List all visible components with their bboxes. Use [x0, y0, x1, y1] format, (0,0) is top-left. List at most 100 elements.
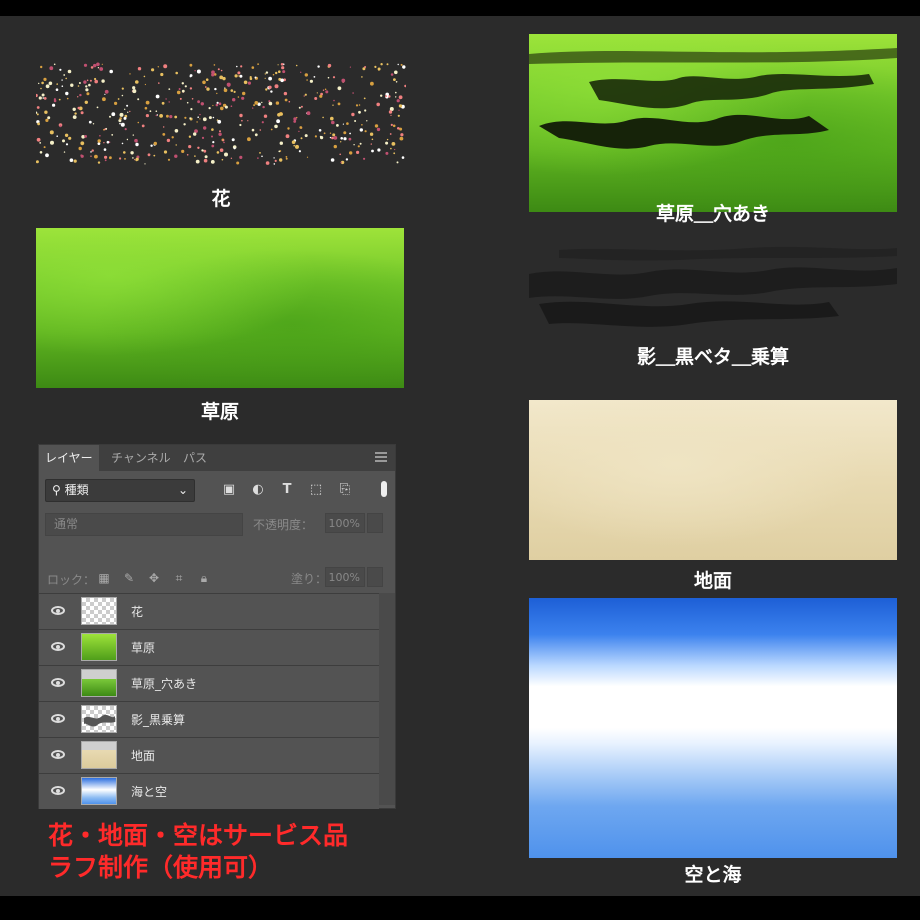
- flower-speck: [397, 127, 400, 130]
- flower-speck: [135, 142, 139, 147]
- blend-mode-select[interactable]: 通常: [45, 513, 243, 536]
- fill-input[interactable]: 100%: [325, 567, 365, 587]
- flower-speck: [340, 137, 344, 140]
- flower-speck: [153, 154, 156, 157]
- opacity-dropdown[interactable]: [367, 513, 383, 533]
- tab-channels[interactable]: チャンネル: [105, 445, 177, 471]
- filter-toggle[interactable]: [381, 481, 387, 497]
- lock-position-icon[interactable]: ✥: [147, 571, 161, 585]
- flower-speck: [395, 91, 397, 94]
- layer-row-flowers[interactable]: 花: [39, 593, 379, 629]
- flower-speck: [259, 152, 261, 154]
- lock-transparent-icon[interactable]: ▦: [97, 571, 111, 585]
- tab-paths[interactable]: パス: [177, 445, 213, 471]
- layer-row-shadow[interactable]: 影_黒乗算: [39, 701, 379, 737]
- eye-icon[interactable]: [51, 642, 65, 651]
- flower-speck: [233, 147, 236, 150]
- flower-speck: [327, 76, 330, 79]
- flower-speck: [285, 134, 290, 139]
- flower-speck: [132, 134, 134, 136]
- flower-speck: [77, 106, 81, 110]
- flower-speck: [150, 144, 153, 147]
- flower-speck: [239, 113, 243, 118]
- flower-speck: [254, 76, 257, 79]
- flower-speck: [396, 161, 399, 164]
- flower-speck: [395, 96, 397, 98]
- flower-speck: [43, 97, 47, 100]
- flower-speck: [83, 80, 87, 84]
- flower-speck: [349, 132, 351, 135]
- flower-speck: [394, 70, 398, 75]
- eye-icon[interactable]: [51, 750, 65, 759]
- flower-speck: [295, 144, 299, 149]
- flower-speck: [278, 150, 281, 153]
- flower-speck: [224, 87, 226, 89]
- filter-shape-icon[interactable]: ⬚: [309, 483, 323, 497]
- filter-adjustment-icon[interactable]: ◐: [251, 483, 265, 497]
- lock-brush-icon[interactable]: ✎: [122, 571, 136, 585]
- flower-speck: [247, 120, 249, 122]
- flower-speck: [398, 109, 400, 111]
- eye-icon[interactable]: [51, 714, 65, 723]
- flower-speck: [135, 80, 139, 84]
- filter-type-icon[interactable]: T: [280, 483, 294, 497]
- flower-speck: [404, 84, 406, 88]
- flower-speck: [85, 85, 88, 88]
- flower-speck: [273, 163, 276, 165]
- flower-speck: [261, 101, 263, 104]
- flower-speck: [68, 136, 72, 140]
- flower-speck: [314, 135, 317, 138]
- flower-speck: [121, 142, 124, 145]
- flower-speck: [137, 98, 140, 101]
- flower-speck: [147, 153, 151, 157]
- flower-speck: [397, 63, 399, 66]
- filter-smart-object-icon[interactable]: ⎘: [338, 483, 352, 497]
- layer-row-sky[interactable]: 海と空: [39, 773, 379, 809]
- flower-speck: [303, 95, 305, 97]
- lock-artboard-icon[interactable]: ⌗: [172, 571, 186, 585]
- eye-icon[interactable]: [51, 786, 65, 795]
- panel-menu-icon[interactable]: [375, 452, 387, 462]
- flower-speck: [380, 94, 383, 97]
- flower-speck: [357, 145, 360, 148]
- search-icon: ⚲: [52, 483, 61, 497]
- flower-speck: [376, 102, 381, 107]
- lock-all-icon[interactable]: 🔒︎: [197, 571, 211, 585]
- flower-speck: [333, 136, 338, 140]
- opacity-input[interactable]: 100%: [325, 513, 365, 533]
- flower-speck: [230, 105, 233, 107]
- filter-kind-select[interactable]: ⚲ 種類 ⌄: [45, 479, 195, 502]
- flower-speck: [236, 161, 240, 165]
- flower-speck: [389, 133, 392, 135]
- flower-speck: [332, 104, 334, 106]
- fill-dropdown[interactable]: [367, 567, 383, 587]
- layer-row-grass-holes[interactable]: 草原_穴あき: [39, 665, 379, 701]
- flower-speck: [134, 138, 138, 143]
- flower-speck: [149, 110, 152, 113]
- flower-speck: [202, 80, 206, 85]
- flower-speck: [84, 100, 88, 104]
- layer-row-ground[interactable]: 地面: [39, 737, 379, 773]
- flower-speck: [193, 132, 197, 136]
- filter-pixel-icon[interactable]: ▣: [222, 483, 236, 497]
- flower-speck: [343, 131, 347, 135]
- flowers-asset-image: [36, 44, 406, 184]
- flower-speck: [86, 92, 90, 96]
- flower-speck: [120, 122, 125, 127]
- flower-speck: [80, 111, 84, 115]
- flower-speck: [265, 161, 270, 165]
- layer-thumbnail: [81, 741, 117, 769]
- flower-speck: [352, 92, 354, 94]
- flower-speck: [236, 65, 238, 68]
- flower-speck: [385, 151, 389, 155]
- flower-speck: [114, 101, 118, 105]
- flower-speck: [96, 106, 99, 109]
- shadow-caption: 影＿黒ベタ＿乗算: [636, 346, 789, 368]
- layer-row-grass[interactable]: 草原: [39, 629, 379, 665]
- eye-icon[interactable]: [51, 606, 65, 615]
- sky-caption: 空と海: [684, 864, 742, 886]
- flower-speck: [94, 79, 98, 84]
- eye-icon[interactable]: [51, 678, 65, 687]
- layers-scrollbar[interactable]: [379, 593, 395, 805]
- tab-layers[interactable]: レイヤー: [39, 445, 99, 471]
